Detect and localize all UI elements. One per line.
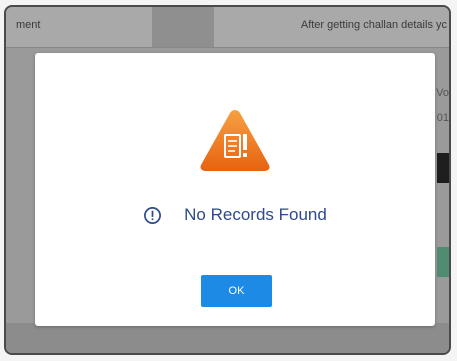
app-window: ment After getting challan details yc Vo… bbox=[4, 5, 451, 355]
background-side-text-1: Vo bbox=[436, 87, 449, 99]
background-footer bbox=[6, 323, 449, 353]
background-header-left-text: ment bbox=[16, 19, 41, 31]
warning-document-icon bbox=[200, 110, 270, 171]
info-circle-icon bbox=[144, 206, 162, 224]
background-header-right-text: After getting challan details yc bbox=[300, 19, 447, 31]
background-dark-button bbox=[437, 153, 449, 183]
no-records-dialog: No Records Found OK bbox=[35, 53, 435, 326]
background-header-bar: ment After getting challan details yc bbox=[6, 7, 449, 48]
message-row: No Records Found bbox=[35, 205, 435, 225]
background-header-block bbox=[152, 7, 214, 47]
no-records-message: No Records Found bbox=[184, 205, 327, 224]
background-side-text-2: 01 bbox=[436, 112, 449, 124]
ok-button[interactable]: OK bbox=[201, 275, 272, 307]
background-green-button bbox=[437, 247, 449, 277]
